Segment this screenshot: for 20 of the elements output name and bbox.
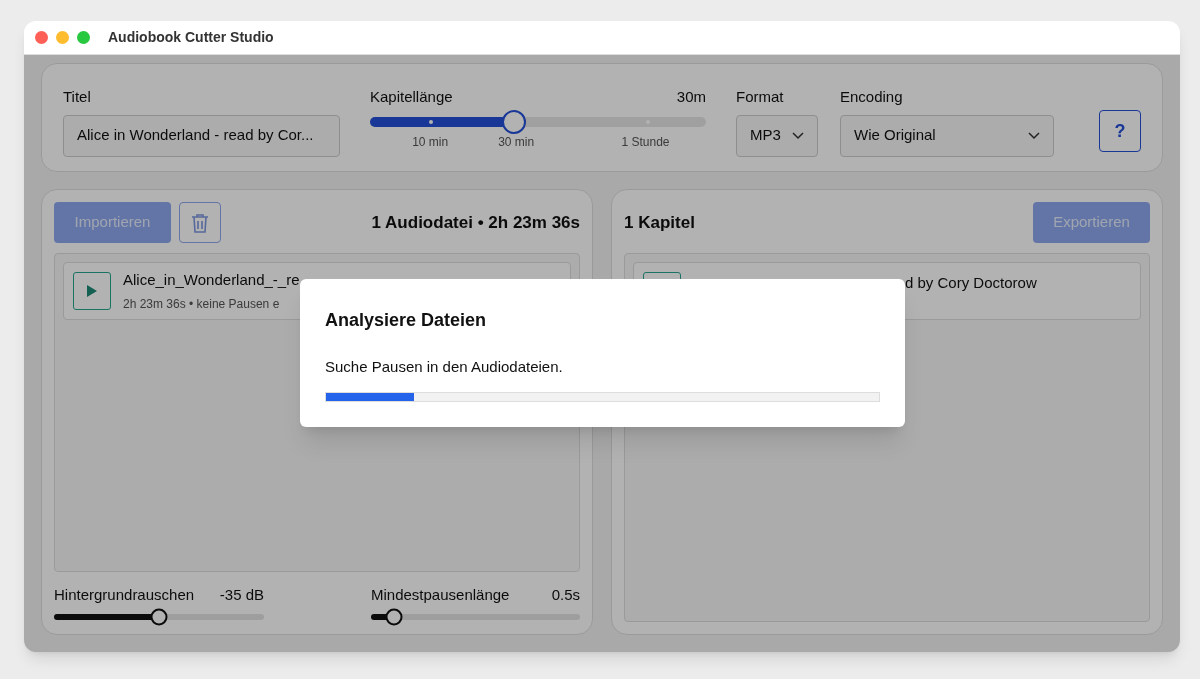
slider-label: Mindestpausenlänge [371,584,510,605]
files-summary: 1 Audiodatei • 2h 23m 36s [371,211,580,234]
field-label: Format [736,87,785,107]
field-label: Encoding [840,87,904,107]
slider-reading: -35 dB [219,584,264,605]
file-name: Alice_in_Wonderland_-_re [123,270,300,291]
file-details: 2h 23m 36s • keine Pausen e [123,295,281,313]
chapters-summary: 1 Kapitel [624,211,695,234]
field-label: Kapitellänge [370,87,453,107]
tick-label: 10 min [412,133,449,151]
slider-reading: 0.5s [551,584,580,605]
window-title: Audiobook Cutter Studio [108,28,274,47]
dialog-message: Suche Pausen in den Audiodateien. [325,357,564,377]
slider-label: Hintergrundrauschen [54,584,195,605]
slider-reading: 30m [676,87,706,107]
dialog-title: Analysiere Dateien [325,309,488,332]
tick-label: 30 min [498,133,535,151]
chapter-title: d by Cory Doctorow [905,273,1037,293]
tick-label: 1 Stunde [621,133,670,151]
field-label: Titel [63,87,92,107]
